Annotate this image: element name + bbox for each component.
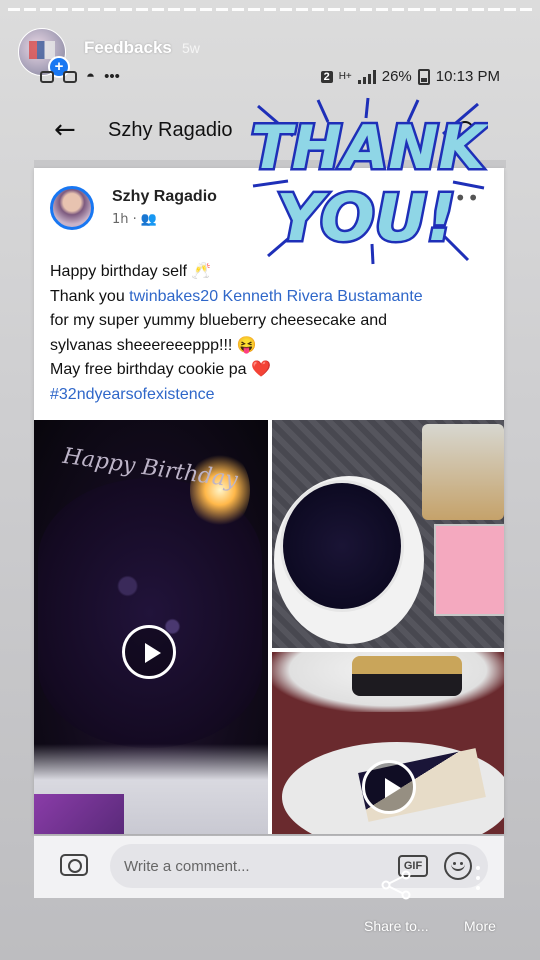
photo-tile-cheesecake[interactable] (272, 420, 504, 648)
signal-icon (357, 69, 376, 84)
more-label[interactable]: More (464, 918, 496, 934)
battery-percent: 26% (381, 68, 412, 85)
friends-icon: · 👥 (132, 212, 158, 227)
share-to-label[interactable]: Share to... (364, 918, 429, 934)
post-line: May free birthday cookie pa ❤️ (50, 361, 271, 378)
post-line: for my super yummy blueberry cheesecake … (50, 312, 388, 329)
play-icon[interactable] (122, 625, 176, 679)
post-line: Thank you twinbakes20 Kenneth Rivera Bus… (50, 285, 490, 310)
more-options-icon[interactable] (475, 866, 481, 892)
play-icon[interactable] (362, 760, 416, 814)
battery-icon (417, 68, 430, 85)
network-type: H+ (338, 71, 352, 82)
post-media-grid: Happy Birthday (34, 420, 504, 834)
comment-bar: GIF (34, 836, 504, 898)
post-author-avatar[interactable] (50, 186, 94, 230)
sticker-line1: THANK (251, 113, 488, 183)
status-time: 10:13 PM (435, 68, 500, 85)
app-title: Szhy Ragadio (108, 119, 233, 141)
back-arrow-icon[interactable]: ← (54, 115, 76, 145)
thank-you-sticker: THANK YOU! (248, 97, 488, 265)
post-line: sylvanas sheeereeeppp!!! 😝 (50, 336, 257, 354)
comment-input[interactable] (110, 844, 488, 888)
post-text: Happy birthday self 🥂 Thank you twinbake… (50, 260, 490, 407)
phone-status-bar: ◓ ••• 2 H+ 26% 10:13 PM (40, 66, 500, 90)
cheesecake-image (280, 480, 404, 612)
pastry-box (422, 424, 504, 520)
post-author-name[interactable]: Szhy Ragadio (112, 188, 217, 206)
story-owner-name[interactable]: Feedbacks (84, 38, 172, 58)
sticker-line2: YOU! (276, 182, 456, 256)
share-icon[interactable] (380, 870, 414, 900)
post-card: Szhy Ragadio 1h · 👥 ••• Happy birthday s… (34, 168, 504, 834)
hashtag-link[interactable]: #32ndyearsofexistence (50, 383, 490, 408)
video-tile-cake[interactable]: Happy Birthday (34, 420, 268, 834)
sylvanas-slice (352, 656, 462, 696)
post-line-prefix: Thank you (50, 287, 130, 305)
sim-badge: 2 (320, 70, 333, 83)
video-tile-slice[interactable] (272, 652, 504, 834)
post-time: 1h (112, 212, 129, 227)
gallery-icon (63, 70, 77, 83)
post-meta: 1h · 👥 (112, 212, 157, 227)
story-progress-bar (8, 8, 532, 11)
camera-icon[interactable] (60, 854, 88, 876)
box-edge (34, 794, 124, 834)
story-age: 5w (182, 40, 200, 56)
tagged-links[interactable]: twinbakes20 Kenneth Rivera Bustamante (129, 288, 423, 305)
cookie-card (434, 524, 504, 616)
instagram-icon (40, 70, 54, 83)
incognito-icon: ◓ (86, 68, 96, 85)
more-notifications-icon: ••• (104, 68, 120, 85)
